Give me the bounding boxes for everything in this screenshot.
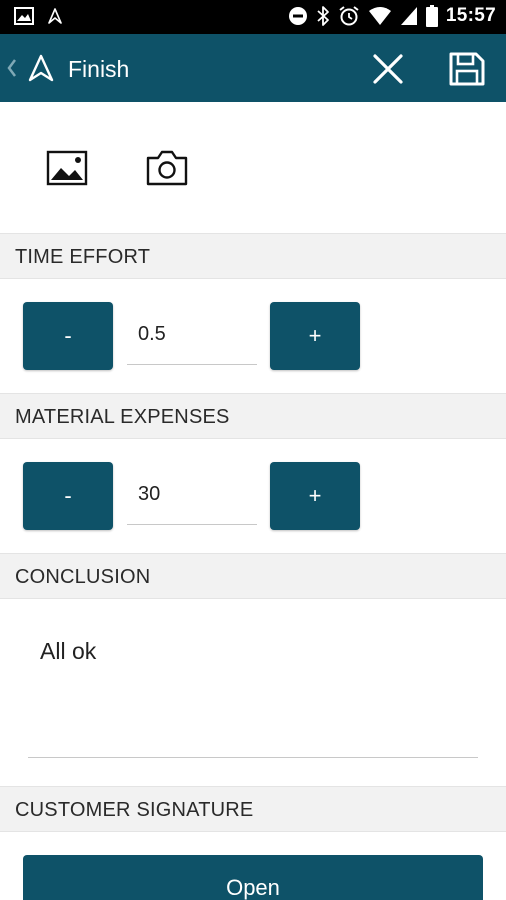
time-effort-header: TIME EFFORT (0, 233, 506, 279)
do-not-disturb-icon (288, 7, 307, 25)
customer-signature-header: CUSTOMER SIGNATURE (0, 786, 506, 832)
time-effort-input[interactable]: 0.5 (127, 309, 257, 365)
status-time: 15:57 (445, 5, 496, 26)
image-gallery-icon[interactable] (42, 146, 92, 190)
material-expenses-increase-button[interactable]: + (270, 462, 360, 530)
material-expenses-label: MATERIAL EXPENSES (15, 406, 230, 428)
media-attachments (0, 118, 506, 234)
status-bar: 15:57 (0, 0, 506, 34)
open-signature-label: Open (226, 875, 280, 900)
camera-icon[interactable] (142, 146, 192, 190)
conclusion-textarea[interactable]: All ok (28, 620, 478, 758)
app-bar: Finish (0, 34, 506, 102)
save-icon[interactable] (448, 51, 486, 87)
wifi-icon (368, 7, 391, 25)
app-logo-icon (28, 54, 54, 82)
time-effort-label: TIME EFFORT (15, 246, 151, 268)
time-effort-decrease-button[interactable]: - (23, 302, 113, 370)
time-effort-increase-button[interactable]: + (270, 302, 360, 370)
conclusion-value: All ok (40, 638, 97, 664)
conclusion-label: CONCLUSION (15, 566, 151, 588)
app-notification-icon (48, 8, 62, 24)
cell-signal-icon (400, 7, 417, 25)
status-bar-notifications (14, 7, 62, 25)
customer-signature-label: CUSTOMER SIGNATURE (15, 799, 254, 821)
back-chevron-icon[interactable] (4, 56, 18, 80)
image-notification-icon (14, 7, 34, 25)
material-expenses-header: MATERIAL EXPENSES (0, 393, 506, 439)
open-signature-button[interactable]: Open (23, 855, 483, 900)
time-effort-value: 0.5 (138, 323, 166, 345)
status-bar-system: 15:57 (288, 5, 496, 27)
page-title: Finish (68, 56, 130, 82)
material-expenses-value: 30 (138, 483, 161, 505)
material-expenses-decrease-button[interactable]: - (23, 462, 113, 530)
material-expenses-input[interactable]: 30 (127, 469, 257, 525)
alarm-icon (339, 6, 359, 26)
battery-icon (425, 5, 438, 27)
close-icon[interactable] (370, 52, 406, 86)
bluetooth-icon (317, 6, 329, 26)
conclusion-header: CONCLUSION (0, 553, 506, 599)
